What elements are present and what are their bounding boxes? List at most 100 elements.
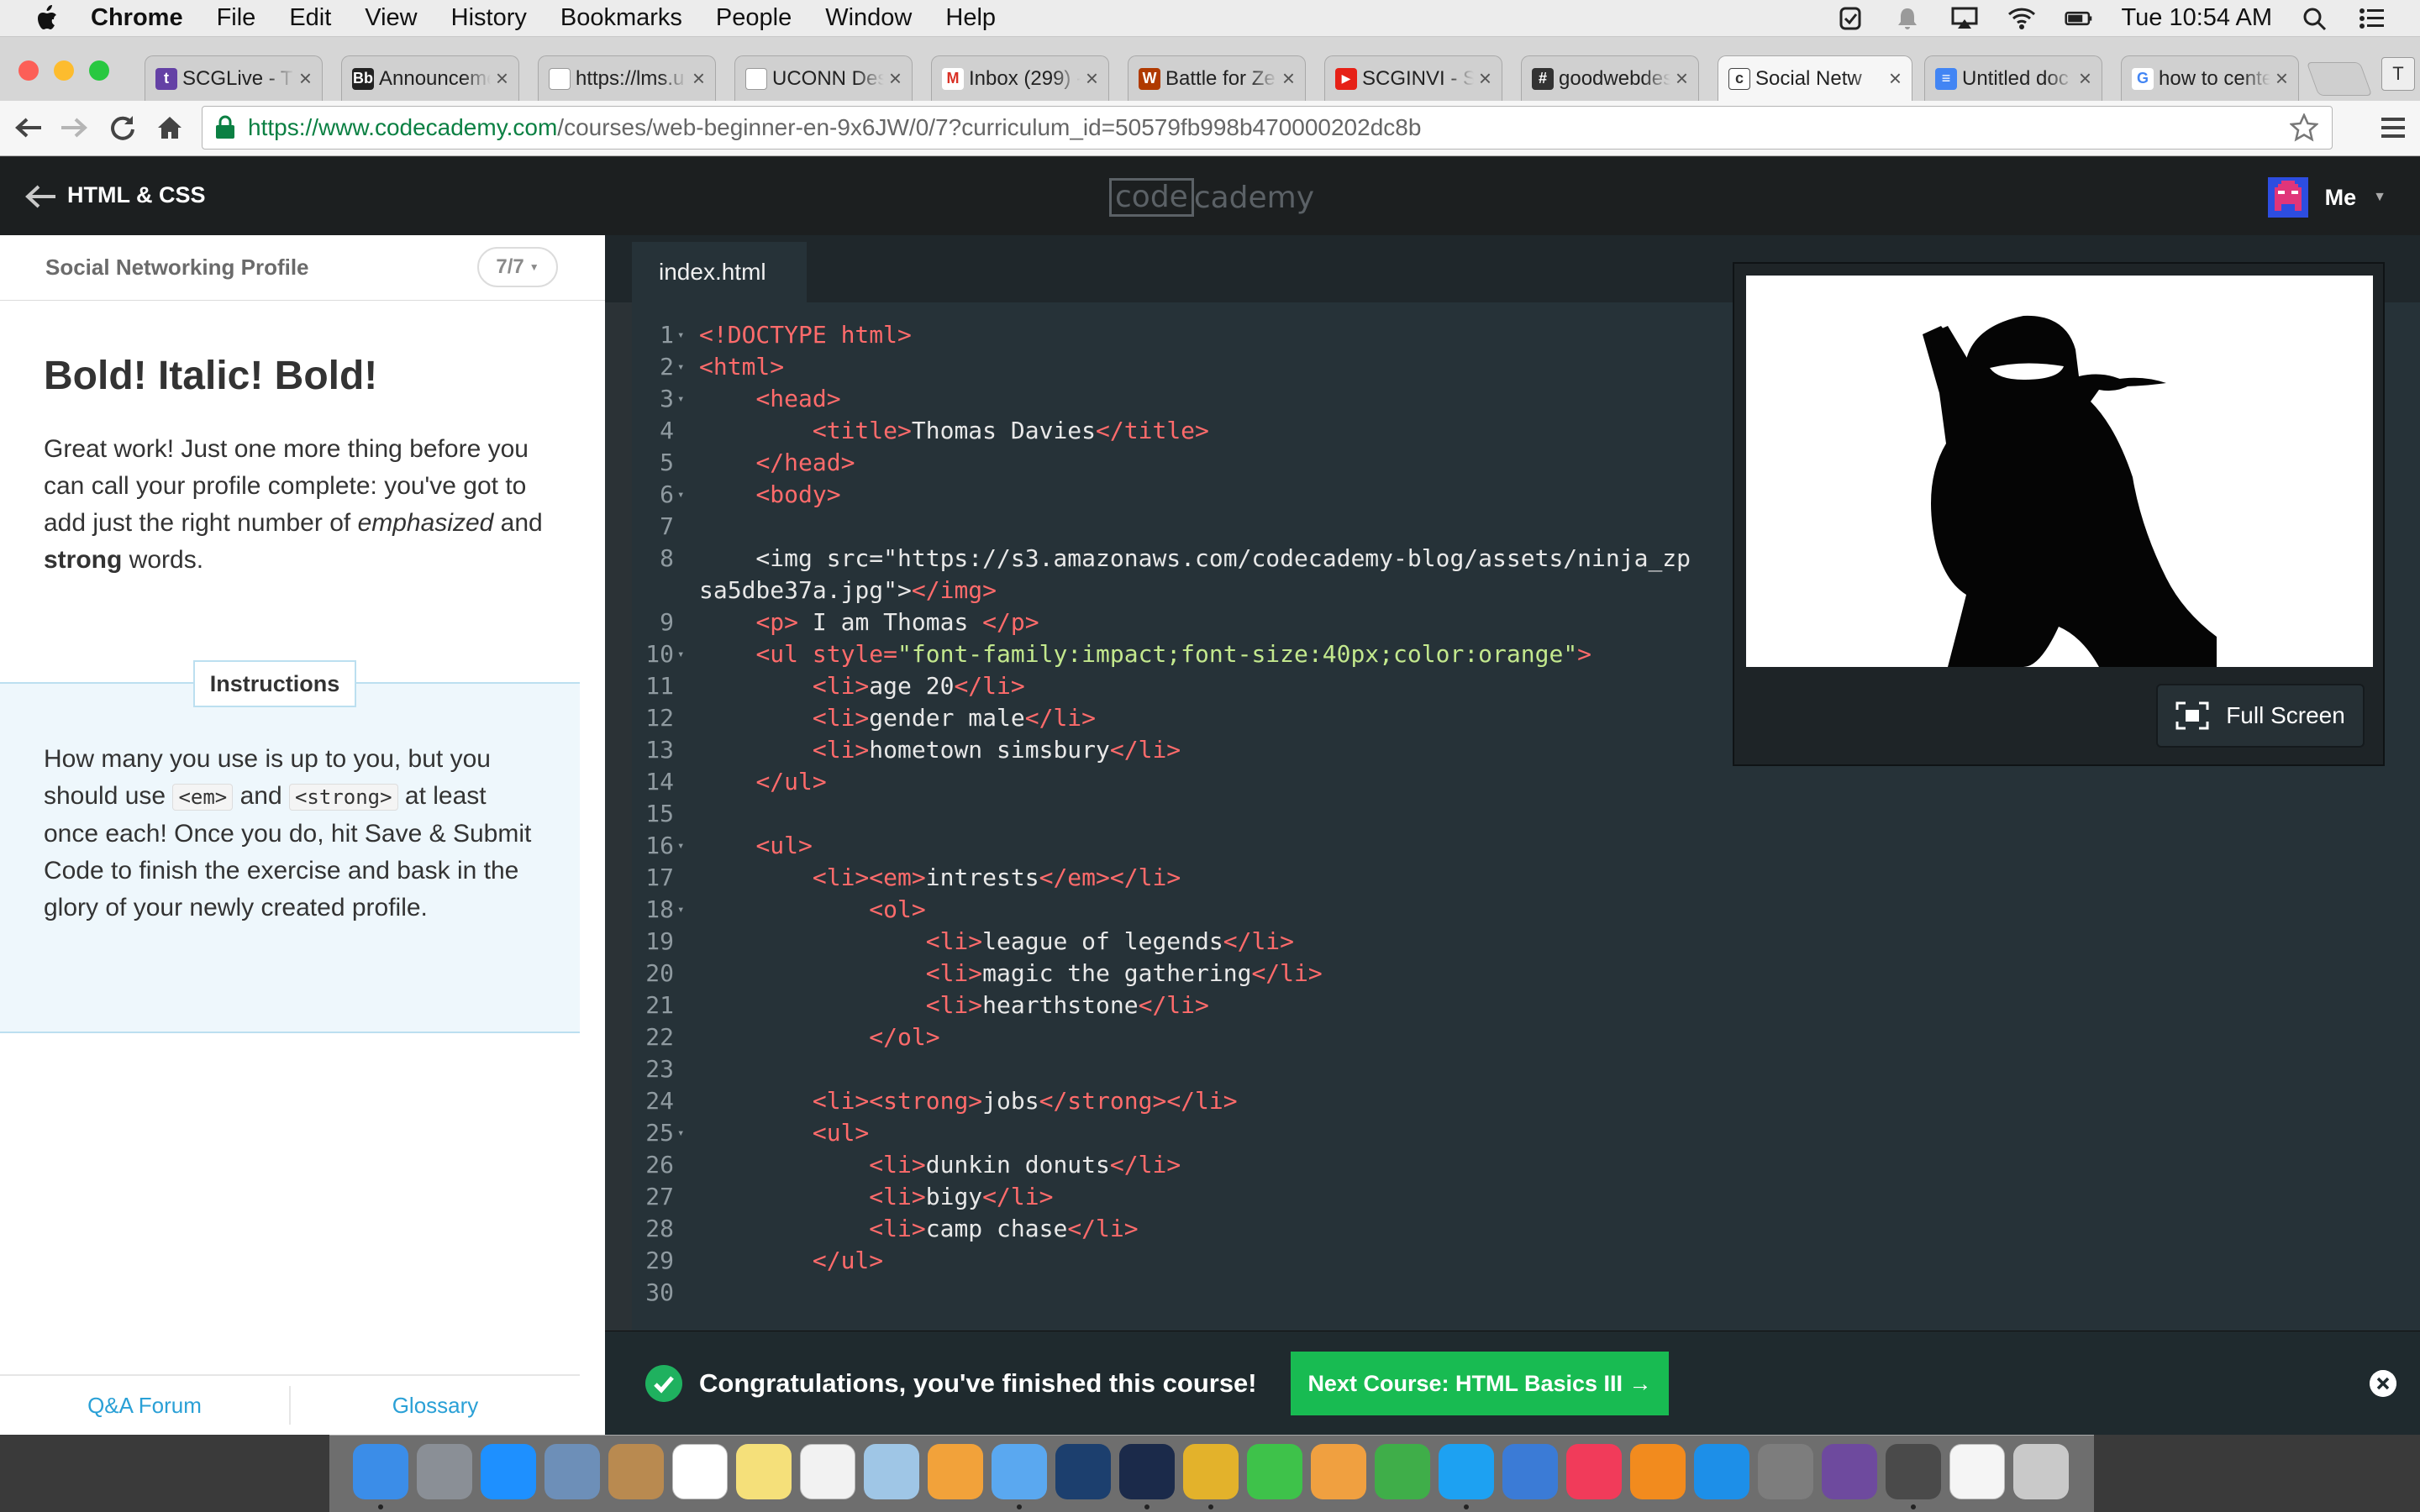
menu-file[interactable]: File — [217, 4, 256, 32]
menu-edit[interactable]: Edit — [289, 4, 331, 32]
fold-arrow-icon[interactable]: ▾ — [677, 1117, 684, 1149]
forward-button[interactable] — [55, 109, 92, 146]
tab-announcements[interactable]: Bb Announceme × — [341, 55, 519, 101]
tab-close-icon[interactable]: × — [1086, 66, 1098, 92]
battery-icon[interactable] — [2064, 6, 2093, 31]
close-window-button[interactable] — [18, 60, 39, 81]
apple-icon[interactable] — [34, 4, 59, 33]
preview-frame[interactable] — [1746, 276, 2373, 667]
messages-icon[interactable] — [992, 1444, 1047, 1499]
course-title[interactable]: HTML & CSS — [67, 182, 206, 208]
fold-arrow-icon[interactable]: ▾ — [677, 894, 684, 926]
code-line[interactable]: 30 — [632, 1277, 1993, 1304]
spotlight-search-icon[interactable] — [2301, 6, 2329, 31]
code-line[interactable]: 15 — [632, 798, 1993, 830]
numbers-icon[interactable] — [1375, 1444, 1430, 1499]
code-line[interactable]: 26 <li>dunkin donuts</li> — [632, 1149, 1993, 1181]
code-line[interactable]: 14 </ul> — [632, 766, 1993, 798]
tab-scginvi[interactable]: ▶ SCGINVI - S × — [1324, 55, 1502, 101]
ibooks-icon[interactable] — [1630, 1444, 1686, 1499]
bookmark-star-icon[interactable] — [2290, 113, 2318, 142]
fold-arrow-icon[interactable]: ▾ — [677, 319, 684, 351]
photos-icon[interactable] — [928, 1444, 983, 1499]
tab-close-icon[interactable]: × — [1889, 66, 1902, 92]
code-line[interactable]: 27 <li>bigy</li> — [632, 1181, 1993, 1213]
tab-close-icon[interactable]: × — [299, 66, 312, 92]
tab-close-icon[interactable]: × — [1479, 66, 1491, 92]
glossary-link[interactable]: Glossary — [291, 1376, 580, 1435]
menu-help[interactable]: Help — [945, 4, 996, 32]
codecademy-logo[interactable]: code cademy — [1109, 177, 1314, 218]
code-line[interactable]: 21 <li>hearthstone</li> — [632, 990, 1993, 1021]
finder-icon[interactable] — [353, 1444, 408, 1499]
tab-social-networking[interactable]: c Social Netw × — [1718, 55, 1912, 101]
wifi-icon[interactable] — [2007, 6, 2036, 31]
battle-net-icon[interactable] — [1055, 1444, 1111, 1499]
tab-close-icon[interactable]: × — [1676, 66, 1688, 92]
code-line[interactable]: 19 <li>league of legends</li> — [632, 926, 1993, 958]
minimize-window-button[interactable] — [54, 60, 74, 81]
launchpad-icon[interactable] — [417, 1444, 472, 1499]
notification-center-icon[interactable] — [2358, 6, 2386, 31]
chrome-icon[interactable] — [1183, 1444, 1239, 1499]
itunes-icon[interactable] — [1566, 1444, 1622, 1499]
tab-battle-for-zendikar[interactable]: W Battle for Ze × — [1128, 55, 1306, 101]
pages-icon[interactable] — [1311, 1444, 1366, 1499]
airplay-icon[interactable] — [1950, 6, 1979, 31]
full-screen-button[interactable]: Full Screen — [2156, 684, 2365, 748]
system-preferences-icon[interactable] — [1758, 1444, 1813, 1499]
fold-arrow-icon[interactable]: ▾ — [677, 351, 684, 383]
league-of-legends-icon[interactable] — [1119, 1444, 1175, 1499]
tab-close-icon[interactable]: × — [2275, 66, 2288, 92]
tab-goodwebdesign[interactable]: # goodwebdes × — [1521, 55, 1699, 101]
trash-icon[interactable] — [2013, 1444, 2069, 1499]
code-line[interactable]: 25 ▾ <ul> — [632, 1117, 1993, 1149]
menu-bookmarks[interactable]: Bookmarks — [560, 4, 682, 32]
keynote-icon[interactable] — [1502, 1444, 1558, 1499]
tab-untitled-doc[interactable]: ≡ Untitled doc × — [1924, 55, 2102, 101]
mail-stamp-icon[interactable] — [544, 1444, 600, 1499]
menu-people[interactable]: People — [716, 4, 792, 32]
menu-window[interactable]: Window — [825, 4, 912, 32]
menu-view[interactable]: View — [365, 4, 417, 32]
reminders-icon[interactable] — [800, 1444, 855, 1499]
back-button[interactable] — [10, 109, 47, 146]
qa-forum-link[interactable]: Q&A Forum — [0, 1376, 289, 1435]
code-line[interactable]: 22 </ol> — [632, 1021, 1993, 1053]
github-icon[interactable] — [1822, 1444, 1877, 1499]
safari-icon[interactable] — [481, 1444, 536, 1499]
next-course-button[interactable]: Next Course: HTML Basics III → — [1291, 1352, 1669, 1415]
tab-uconn[interactable]: UCONN Des × — [734, 55, 913, 101]
facetime-icon[interactable] — [1247, 1444, 1302, 1499]
tab-inbox[interactable]: M Inbox (299) - × — [931, 55, 1109, 101]
code-line[interactable]: 18 ▾ <ol> — [632, 894, 1993, 926]
code-line[interactable]: 17 <li><em>intrests</em></li> — [632, 862, 1993, 894]
app-store-icon[interactable] — [1694, 1444, 1749, 1499]
menu-history[interactable]: History — [451, 4, 527, 32]
fold-arrow-icon[interactable]: ▾ — [677, 479, 684, 511]
code-line[interactable]: 20 <li>magic the gathering</li> — [632, 958, 1993, 990]
zoom-window-button[interactable] — [89, 60, 109, 81]
reload-button[interactable] — [104, 109, 141, 146]
tab-close-icon[interactable]: × — [889, 66, 902, 92]
tab-close-icon[interactable]: × — [1282, 66, 1295, 92]
tab-scglive[interactable]: t SCGLive - T × — [145, 55, 323, 101]
code-line[interactable]: 23 — [632, 1053, 1993, 1085]
contacts-icon[interactable] — [608, 1444, 664, 1499]
close-icon[interactable] — [2370, 1370, 2396, 1397]
preview-icon[interactable] — [864, 1444, 919, 1499]
code-line[interactable]: 24 <li><strong>jobs</strong></li> — [632, 1085, 1993, 1117]
back-arrow-icon[interactable] — [24, 182, 57, 211]
notification-bell-icon[interactable] — [1893, 6, 1922, 31]
document-icon[interactable] — [1949, 1444, 2005, 1499]
fold-arrow-icon[interactable]: ▾ — [677, 638, 684, 670]
lesson-progress-dropdown[interactable]: 7/7 ▼ — [477, 247, 558, 287]
code-line[interactable]: 28 <li>camp chase</li> — [632, 1213, 1993, 1245]
checkmark-shield-icon[interactable] — [1836, 6, 1865, 31]
menu-clock[interactable]: Tue 10:54 AM — [2122, 4, 2272, 32]
file-tab-index-html[interactable]: index.html — [632, 242, 807, 302]
hamburger-menu-icon[interactable] — [2378, 113, 2408, 143]
tab-lms[interactable]: https://lms.u × — [538, 55, 716, 101]
sublime-text-icon[interactable] — [1886, 1444, 1941, 1499]
skype-icon[interactable] — [1439, 1444, 1494, 1499]
